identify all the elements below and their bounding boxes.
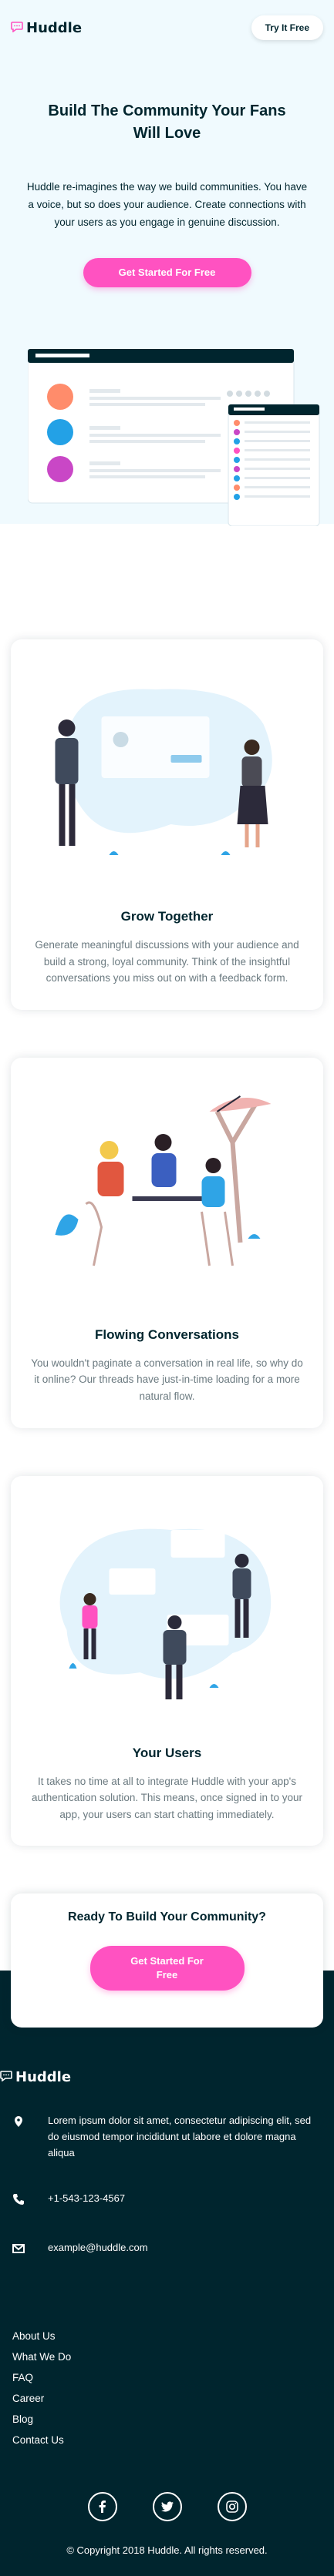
- feature-card-grow: Grow Together Generate meaningful discus…: [11, 639, 323, 1010]
- footer-link-what-we-do[interactable]: What We Do: [12, 2351, 322, 2363]
- feature-text: It takes no time at all to integrate Hud…: [32, 1775, 302, 1820]
- feature-card-users: Your Users It takes no time at all to in…: [11, 1475, 323, 1846]
- copyright-text: © Copyright 2018 Huddle. All rights rese…: [66, 2544, 268, 2557]
- footer-link-about[interactable]: About Us: [12, 2330, 322, 2342]
- get-started-button[interactable]: Get Started For Free: [83, 257, 251, 287]
- footer-logo-text: Huddle: [15, 2069, 72, 2086]
- hero-title: Build The Community Your Fans Will Love: [48, 102, 286, 142]
- ready-section: Ready To Build Your Community? Get Start…: [0, 1893, 334, 2028]
- phone-icon: [12, 2191, 25, 2211]
- ready-get-started-button[interactable]: Get Started For Free: [89, 1946, 245, 1991]
- feature-text: Generate meaningful discussions with you…: [35, 939, 299, 984]
- your-users-illustration: [31, 1507, 303, 1715]
- email-row: example@huddle.com: [12, 2240, 322, 2260]
- feature-card-flowing: Flowing Conversations You wouldn't pagin…: [11, 1057, 323, 1428]
- hero-description: Huddle re-imagines the way we build comm…: [26, 181, 308, 228]
- feature-text: You wouldn't paginate a conversation in …: [31, 1357, 303, 1402]
- ready-card: Ready To Build Your Community? Get Start…: [11, 1893, 323, 2028]
- try-it-free-button[interactable]: Try It Free: [251, 15, 323, 40]
- hero-mockup-illustration: [11, 348, 323, 526]
- phone-row: +1-543-123-4567: [12, 2191, 322, 2211]
- footer-link-contact[interactable]: Contact Us: [12, 2434, 322, 2446]
- footer-link-blog[interactable]: Blog: [12, 2413, 322, 2425]
- logo-text: Huddle: [26, 19, 83, 36]
- logo-icon: [11, 20, 23, 36]
- location-icon: [12, 2113, 25, 2133]
- footer-logo[interactable]: Huddle: [0, 2069, 334, 2085]
- phone-text[interactable]: +1-543-123-4567: [48, 2191, 125, 2207]
- feature-title: Flowing Conversations: [94, 1327, 240, 1342]
- footer-link-faq[interactable]: FAQ: [12, 2372, 322, 2383]
- logo-icon: [0, 2069, 12, 2085]
- logo[interactable]: Huddle: [11, 20, 82, 36]
- address-text: Lorem ipsum dolor sit amet, consectetur …: [48, 2115, 312, 2158]
- email-icon: [12, 2240, 25, 2260]
- facebook-icon[interactable]: [87, 2492, 117, 2522]
- top-bar: Huddle Try It Free: [11, 15, 323, 40]
- address-row: Lorem ipsum dolor sit amet, consectetur …: [12, 2113, 322, 2161]
- grow-together-illustration: [31, 670, 303, 878]
- footer-links: About Us What We Do FAQ Career Blog Cont…: [0, 2289, 334, 2446]
- instagram-icon[interactable]: [217, 2492, 247, 2522]
- twitter-icon[interactable]: [152, 2492, 182, 2522]
- features-section: Grow Together Generate meaningful discus…: [0, 524, 334, 1846]
- flowing-conversations-illustration: [31, 1088, 303, 1296]
- hero-section: Huddle Try It Free Build The Community Y…: [0, 0, 334, 526]
- contact-info: Lorem ipsum dolor sit amet, consectetur …: [0, 2113, 334, 2259]
- social-links: [0, 2492, 334, 2522]
- footer-link-career[interactable]: Career: [12, 2393, 322, 2404]
- footer: Huddle Lorem ipsum dolor sit amet, conse…: [0, 1971, 334, 2576]
- feature-title: Grow Together: [120, 909, 214, 924]
- ready-title: Ready To Build Your Community?: [68, 1910, 266, 1924]
- email-text[interactable]: example@huddle.com: [48, 2240, 148, 2256]
- feature-title: Your Users: [132, 1745, 202, 1760]
